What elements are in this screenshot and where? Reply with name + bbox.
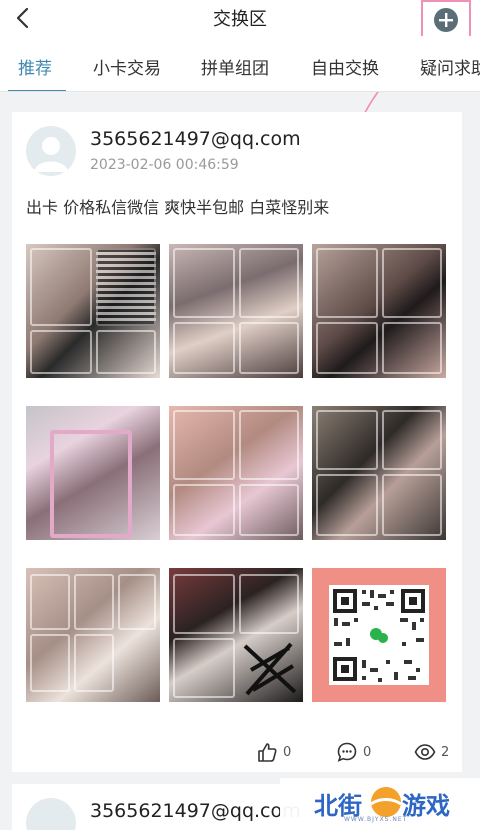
avatar[interactable] (26, 126, 76, 176)
photo-thumbnail[interactable] (169, 568, 303, 702)
comment-button[interactable]: 0 (336, 740, 371, 764)
eye-icon (414, 744, 436, 760)
qr-code-image[interactable] (312, 568, 446, 702)
qr-code-icon (329, 585, 429, 685)
site-watermark: 北街 游戏 WWW.BJYXS.NET (280, 778, 480, 830)
tab-free-exchange[interactable]: 自由交换 (311, 54, 379, 79)
tab-recommended[interactable]: 推荐 (18, 54, 52, 79)
photo-thumbnail[interactable] (169, 244, 303, 378)
photo-thumbnail[interactable] (312, 406, 446, 540)
watermark-url: WWW.BJYXS.NET (344, 816, 408, 823)
photo-thumbnail[interactable] (169, 406, 303, 540)
post-card[interactable]: 3565621497@qq.com 2023-02-06 00:46:59 出卡… (12, 112, 462, 772)
view-count: 2 (441, 744, 450, 760)
comment-count: 0 (363, 744, 372, 760)
default-avatar-icon (34, 137, 68, 172)
avatar[interactable] (26, 798, 76, 830)
top-bar: 交换区 (0, 0, 480, 44)
watermark-text-right: 游戏 (402, 792, 450, 820)
scribble-mark (243, 642, 297, 696)
post-author[interactable]: 3565621497@qq.com (90, 128, 301, 150)
like-count: 0 (283, 744, 292, 760)
photo-thumbnail[interactable] (26, 568, 160, 702)
page-title: 交换区 (213, 9, 267, 30)
photo-thumbnail[interactable] (26, 406, 160, 540)
photo-thumbnail[interactable] (26, 244, 160, 378)
watermark-logo-icon (370, 787, 402, 817)
plus-circle-icon[interactable] (432, 6, 460, 34)
view-indicator: 2 (414, 740, 449, 764)
post-actions: 0 0 2 (12, 740, 462, 764)
thumbs-up-icon (258, 743, 277, 762)
tab-group-order[interactable]: 拼单组团 (201, 54, 269, 79)
comment-bubble-icon (337, 742, 357, 762)
tab-help[interactable]: 疑问求助 (420, 54, 480, 79)
tab-card-trade[interactable]: 小卡交易 (93, 54, 161, 79)
tab-bar: 推荐 小卡交易 拼单组团 自由交换 疑问求助 (0, 36, 480, 92)
post-timestamp: 2023-02-06 00:46:59 (90, 157, 239, 173)
post-content: 出卡 价格私信微信 爽快半包邮 白菜怪别来 (26, 198, 330, 217)
post-author[interactable]: 3565621497@qq.com (90, 800, 301, 822)
photo-thumbnail[interactable] (312, 244, 446, 378)
like-button[interactable]: 0 (256, 740, 291, 764)
tab-active-indicator (8, 90, 66, 91)
